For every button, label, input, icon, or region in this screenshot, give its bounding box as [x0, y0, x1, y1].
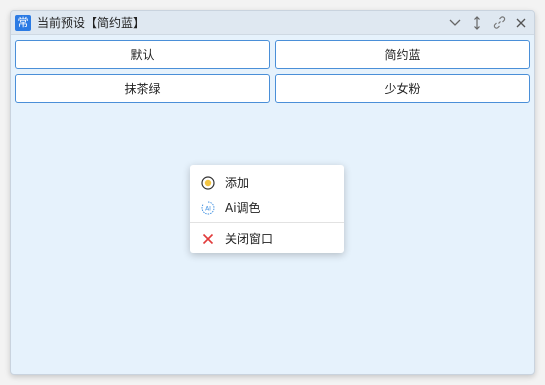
menu-item-ai-color-label: Ai调色: [225, 201, 261, 215]
link-icon: [493, 16, 505, 29]
preset-button-matcha-green[interactable]: 抹茶绿: [15, 74, 270, 103]
window-title: 当前预设【简约蓝】: [37, 16, 146, 30]
preset-button-default[interactable]: 默认: [15, 40, 270, 69]
title-bar[interactable]: 常 当前预设【简约蓝】: [11, 11, 534, 35]
resize-button[interactable]: [468, 14, 486, 32]
ai-icon: AI: [201, 201, 215, 215]
context-menu: 添加 AI Ai调色 关闭窗口: [190, 165, 344, 253]
chevron-down-icon: [449, 19, 461, 26]
add-circle-icon: [201, 175, 215, 190]
preset-button-simple-blue[interactable]: 简约蓝: [275, 40, 530, 69]
menu-item-ai-color[interactable]: AI Ai调色: [190, 195, 344, 220]
menu-item-add[interactable]: 添加: [190, 170, 344, 195]
svg-text:AI: AI: [205, 205, 211, 212]
menu-item-close-window[interactable]: 关闭窗口: [190, 226, 344, 251]
pin-button[interactable]: [490, 14, 508, 32]
close-icon: [516, 18, 526, 27]
menu-item-add-label: 添加: [225, 176, 250, 190]
menu-separator: [190, 222, 344, 223]
close-x-icon: [201, 232, 215, 246]
preset-button-girl-pink[interactable]: 少女粉: [275, 74, 530, 103]
close-button[interactable]: [512, 14, 530, 32]
menu-item-close-window-label: 关闭窗口: [225, 232, 274, 246]
collapse-button[interactable]: [446, 14, 464, 32]
vertical-resize-icon: [474, 15, 480, 30]
preset-grid: 默认 简约蓝 抹茶绿 少女粉: [15, 40, 530, 103]
app-icon: 常: [15, 14, 31, 31]
